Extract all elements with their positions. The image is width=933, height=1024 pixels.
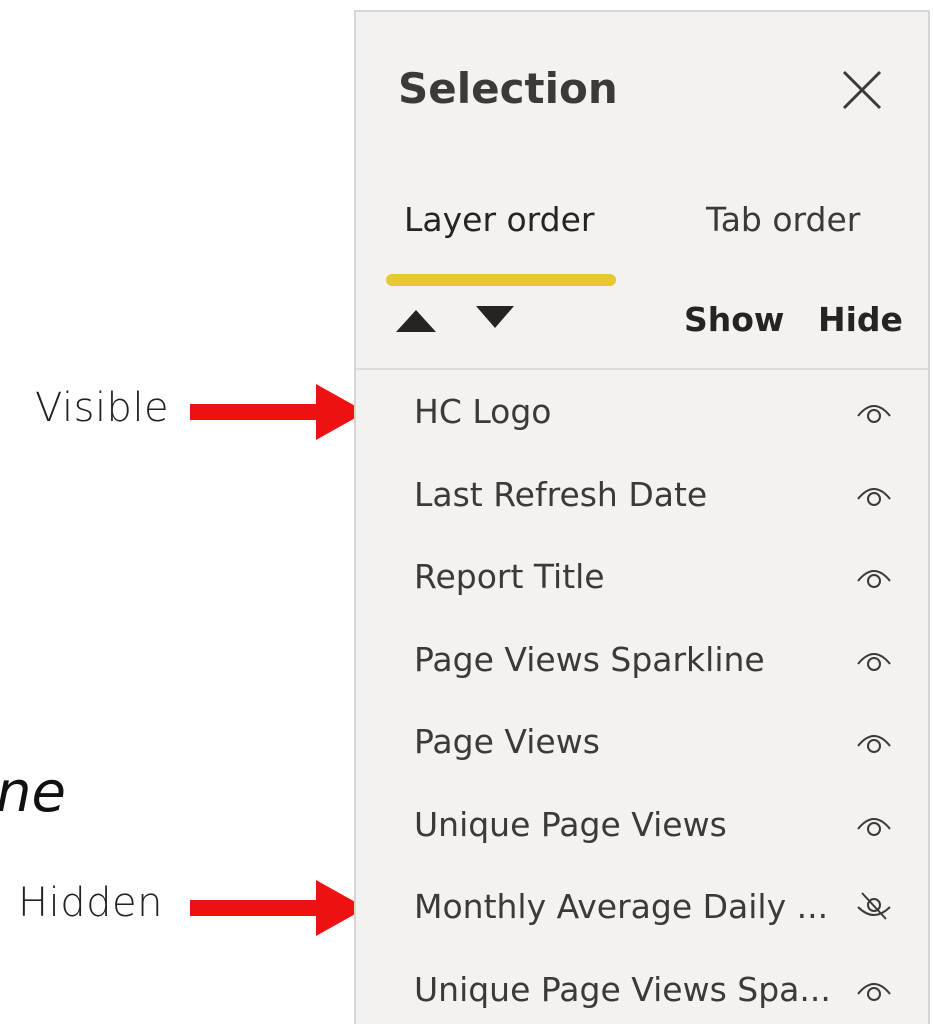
layer-name: Page Views xyxy=(414,722,600,761)
eye-icon[interactable] xyxy=(852,642,896,674)
visible-annotation-label: Visible xyxy=(35,385,170,431)
layer-row[interactable]: Report Title xyxy=(356,537,928,620)
toolbar-divider xyxy=(356,368,928,370)
screenshot-stage: ne Visible Hidden Selection Layer order … xyxy=(0,0,933,1024)
eye-icon[interactable] xyxy=(852,559,896,591)
layer-row[interactable]: Monthly Average Daily ... xyxy=(356,867,928,950)
layer-name: Last Refresh Date xyxy=(414,474,708,514)
eye-icon[interactable] xyxy=(852,477,896,509)
layer-row[interactable]: Unique Page Views Spa... xyxy=(356,950,928,1024)
partial-cropped-text: ne xyxy=(0,760,66,825)
red-arrow-icon xyxy=(190,880,366,936)
layer-name: Report Title xyxy=(414,557,605,596)
move-down-button[interactable] xyxy=(474,304,516,332)
layer-name: Monthly Average Daily ... xyxy=(414,887,829,926)
triangle-down-icon xyxy=(476,306,514,328)
red-arrow-icon xyxy=(190,384,366,440)
pane-title: Selection xyxy=(398,64,618,113)
layer-name: Page Views Sparkline xyxy=(414,639,765,679)
selection-pane: Selection Layer order Tab order Show Hid… xyxy=(354,10,930,1024)
move-up-button[interactable] xyxy=(394,308,438,334)
layer-row[interactable]: Page Views xyxy=(356,702,928,785)
hidden-annotation-label: Hidden xyxy=(18,880,163,926)
triangle-up-icon xyxy=(396,310,436,332)
layer-name: HC Logo xyxy=(414,392,552,431)
layer-name: Unique Page Views xyxy=(414,804,727,844)
layer-row[interactable]: Unique Page Views xyxy=(356,785,928,868)
eye-icon[interactable] xyxy=(852,807,896,839)
close-icon[interactable] xyxy=(840,68,884,112)
tab-layer-order[interactable]: Layer order xyxy=(404,200,595,239)
layer-list: HC Logo Last Refresh Date Report Title P… xyxy=(356,372,928,1024)
eye-icon[interactable] xyxy=(852,972,896,1004)
tab-tab-order[interactable]: Tab order xyxy=(706,200,860,239)
eye-hidden-icon[interactable] xyxy=(852,889,896,921)
active-tab-indicator xyxy=(386,274,616,286)
eye-icon[interactable] xyxy=(852,724,896,756)
hide-all-button[interactable]: Hide xyxy=(818,300,903,339)
layer-row[interactable]: Page Views Sparkline xyxy=(356,620,928,703)
layer-row[interactable]: HC Logo xyxy=(356,372,928,455)
layer-row[interactable]: Last Refresh Date xyxy=(356,455,928,538)
layer-name: Unique Page Views Spa... xyxy=(414,969,831,1009)
eye-icon[interactable] xyxy=(852,394,896,426)
show-all-button[interactable]: Show xyxy=(684,300,784,339)
